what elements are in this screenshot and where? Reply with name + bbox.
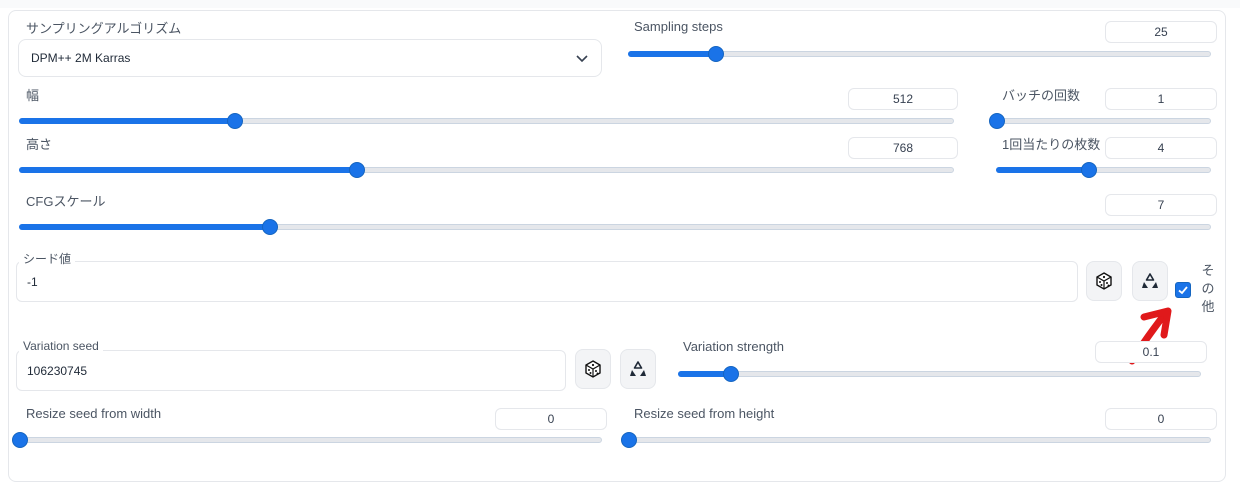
resize-width-slider[interactable] bbox=[12, 432, 602, 448]
extra-label: そ の 他 bbox=[1200, 262, 1216, 316]
random-seed-button[interactable] bbox=[1086, 261, 1122, 301]
seed-input[interactable]: -1 bbox=[16, 261, 1078, 302]
batch-size-input[interactable]: 4 bbox=[1105, 137, 1217, 159]
height-thumb[interactable] bbox=[348, 162, 365, 178]
batch-count-slider[interactable] bbox=[989, 113, 1211, 129]
checkmark-icon bbox=[1178, 286, 1188, 295]
batch-size-slider[interactable] bbox=[996, 162, 1211, 178]
resize-height-label: Resize seed from height bbox=[634, 406, 775, 421]
variation-seed-label: Variation seed bbox=[19, 339, 103, 353]
extra-label-char: 他 bbox=[1201, 299, 1215, 314]
variation-strength-slider[interactable] bbox=[678, 366, 1201, 382]
height-slider[interactable] bbox=[19, 162, 954, 178]
variation-seed-value: 106230745 bbox=[27, 363, 88, 378]
width-input[interactable]: 512 bbox=[848, 88, 958, 110]
batch-count-track bbox=[996, 118, 1211, 124]
resize-height-track bbox=[628, 437, 1211, 443]
cfg-fill bbox=[19, 224, 270, 230]
resize-height-slider[interactable] bbox=[621, 432, 1211, 448]
cfg-input[interactable]: 7 bbox=[1105, 194, 1217, 216]
resize-width-label: Resize seed from width bbox=[26, 406, 162, 421]
sampling-label: サンプリングアルゴリズム bbox=[26, 21, 182, 36]
sampling-dropdown[interactable]: DPM++ 2M Karras bbox=[18, 39, 602, 77]
resize-height-thumb[interactable] bbox=[621, 432, 637, 448]
variation-strength-track bbox=[678, 371, 1201, 377]
batch-size-label: 1回当たりの枚数 bbox=[1002, 137, 1101, 152]
extra-label-char: そ bbox=[1201, 263, 1215, 278]
resize-width-input[interactable]: 0 bbox=[495, 408, 607, 430]
resize-width-thumb[interactable] bbox=[12, 432, 28, 448]
height-label: 高さ bbox=[26, 137, 53, 152]
width-slider[interactable] bbox=[19, 113, 954, 129]
cfg-thumb[interactable] bbox=[262, 219, 279, 235]
cfg-slider[interactable] bbox=[19, 219, 1211, 235]
variation-strength-input[interactable]: 0.1 bbox=[1095, 341, 1207, 363]
reuse-variation-seed-button[interactable] bbox=[620, 349, 656, 389]
height-fill bbox=[19, 167, 356, 173]
steps-fill bbox=[628, 51, 716, 57]
dice-icon bbox=[1096, 272, 1112, 290]
extra-label-char: の bbox=[1201, 281, 1215, 296]
width-fill bbox=[19, 118, 235, 124]
random-variation-seed-button[interactable] bbox=[575, 349, 611, 389]
resize-height-input[interactable]: 0 bbox=[1105, 408, 1217, 430]
dice-icon bbox=[585, 360, 601, 378]
steps-thumb[interactable] bbox=[708, 46, 725, 62]
cfg-label: CFGスケール bbox=[26, 194, 106, 209]
extra-checkbox[interactable] bbox=[1175, 282, 1191, 298]
reuse-seed-button[interactable] bbox=[1132, 261, 1168, 301]
batch-size-fill bbox=[996, 167, 1089, 173]
width-thumb[interactable] bbox=[227, 113, 244, 129]
steps-input[interactable]: 25 bbox=[1105, 21, 1217, 43]
recycle-icon bbox=[1142, 273, 1158, 288]
resize-width-track bbox=[19, 437, 602, 443]
variation-strength-label: Variation strength bbox=[683, 339, 784, 354]
steps-slider[interactable] bbox=[628, 46, 1211, 62]
height-input[interactable]: 768 bbox=[848, 137, 958, 159]
seed-label: シード値 bbox=[19, 250, 76, 267]
steps-label: Sampling steps bbox=[634, 19, 723, 34]
recycle-icon bbox=[630, 361, 646, 376]
batch-count-label: バッチの回数 bbox=[1002, 88, 1081, 103]
settings-panel bbox=[8, 10, 1226, 482]
sampling-value: DPM++ 2M Karras bbox=[31, 51, 131, 65]
variation-seed-input[interactable]: 106230745 bbox=[16, 350, 566, 391]
batch-count-thumb[interactable] bbox=[989, 113, 1005, 129]
seed-value: -1 bbox=[27, 274, 38, 289]
batch-count-input[interactable]: 1 bbox=[1105, 88, 1217, 110]
chevron-down-icon bbox=[576, 55, 588, 63]
width-label: 幅 bbox=[26, 88, 40, 103]
batch-size-thumb[interactable] bbox=[1081, 162, 1098, 178]
top-strip bbox=[0, 0, 1240, 8]
variation-strength-thumb[interactable] bbox=[723, 366, 740, 382]
